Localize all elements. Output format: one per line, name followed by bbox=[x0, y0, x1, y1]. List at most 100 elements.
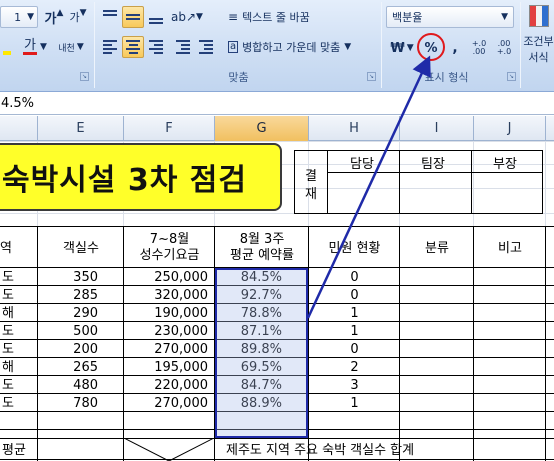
increase-decimal-icon: +.0 .00 bbox=[471, 39, 487, 56]
row-rooms-cell[interactable]: 200 bbox=[38, 341, 98, 358]
increase-indent-icon bbox=[199, 40, 213, 54]
selected-range-g[interactable] bbox=[215, 268, 308, 438]
column-header-j[interactable]: J bbox=[474, 116, 546, 141]
comma-icon: , bbox=[452, 40, 458, 56]
column-header-h[interactable]: H bbox=[309, 116, 400, 141]
column-headers: E F G H I J bbox=[0, 116, 554, 141]
row-price-cell[interactable]: 190,000 bbox=[124, 305, 208, 322]
conditional-format-icon bbox=[528, 5, 549, 27]
align-top-button[interactable] bbox=[99, 6, 121, 28]
row-complaints-cell[interactable]: 3 bbox=[309, 377, 400, 394]
row-complaints-cell[interactable]: 1 bbox=[309, 305, 400, 322]
currency-button[interactable]: ₩ ▼ bbox=[387, 37, 417, 59]
column-header-k[interactable] bbox=[546, 116, 554, 141]
row-price-cell[interactable]: 320,000 bbox=[124, 287, 208, 304]
orientation-button[interactable]: ab↗ ▼ bbox=[170, 6, 204, 28]
align-right-icon bbox=[149, 40, 163, 54]
row-region-cell[interactable]: 도 bbox=[0, 341, 16, 358]
row-rooms-cell[interactable]: 780 bbox=[38, 395, 98, 412]
row-region-cell[interactable]: 도 bbox=[0, 377, 16, 394]
number-format-value: 백분율 bbox=[392, 11, 423, 24]
column-header-f[interactable]: F bbox=[124, 116, 215, 141]
column-header-e[interactable]: E bbox=[38, 116, 124, 141]
align-middle-icon bbox=[126, 14, 140, 20]
conditional-format-label-1: 조건부 bbox=[523, 35, 554, 48]
increase-decimal-button[interactable]: +.0 .00 bbox=[468, 37, 490, 59]
align-center-icon bbox=[126, 40, 140, 54]
row-price-cell[interactable]: 270,000 bbox=[124, 395, 208, 412]
number-dialog-launcher-icon[interactable]: ↘ bbox=[507, 72, 516, 81]
column-header-g[interactable]: G bbox=[215, 116, 309, 141]
row-region-cell[interactable]: 도 bbox=[0, 269, 16, 286]
header-rooms: 객실수 bbox=[63, 241, 99, 256]
footer-total-label: 제주도 지역 주요 숙박 객실수 합계 bbox=[226, 443, 415, 458]
font-dialog-launcher-icon[interactable]: ↘ bbox=[80, 72, 89, 81]
title-box[interactable]: 숙박시설 3차 점검 bbox=[0, 143, 282, 211]
header-peak-price-2: 성수기요금 bbox=[139, 248, 200, 263]
merge-center-button[interactable]: a 병합하고 가운데 맞춤 ▼ bbox=[225, 36, 375, 58]
row-complaints-cell[interactable]: 0 bbox=[309, 341, 400, 358]
row-region-cell[interactable]: 해 bbox=[0, 359, 16, 376]
align-right-button[interactable] bbox=[145, 36, 167, 58]
footer-diagonal bbox=[124, 438, 214, 461]
row-complaints-cell[interactable]: 2 bbox=[309, 359, 400, 376]
comma-style-button[interactable]: , bbox=[446, 37, 464, 59]
fill-color-button[interactable] bbox=[0, 36, 14, 58]
header-occupancy-1: 8월 3주 bbox=[239, 232, 285, 247]
conditional-format-label-2: 서식 bbox=[528, 51, 549, 64]
increase-font-button[interactable]: 가 ▲ bbox=[42, 6, 66, 28]
decrease-indent-button[interactable] bbox=[172, 36, 194, 58]
row-complaints-cell[interactable]: 1 bbox=[309, 395, 400, 412]
font-color-button[interactable]: 가 ▼ bbox=[18, 36, 52, 58]
row-rooms-cell[interactable]: 350 bbox=[38, 269, 98, 286]
approval-side-label-1: 결 bbox=[305, 169, 317, 184]
row-region-cell[interactable]: 도 bbox=[0, 323, 16, 340]
number-group-label: 표시 형식 bbox=[424, 71, 469, 84]
row-rooms-cell[interactable]: 285 bbox=[38, 287, 98, 304]
number-format-select[interactable]: 백분율 ▼ bbox=[386, 6, 514, 28]
row-price-cell[interactable]: 220,000 bbox=[124, 377, 208, 394]
column-header-d[interactable] bbox=[0, 116, 38, 141]
header-notes: 비고 bbox=[498, 241, 522, 256]
fill-color-icon bbox=[3, 51, 11, 55]
increase-font-icon: 가 bbox=[44, 11, 57, 27]
approval-box: 결 재 담당 팀장 부장 bbox=[294, 150, 543, 214]
align-bottom-button[interactable] bbox=[145, 6, 167, 28]
align-left-button[interactable] bbox=[99, 36, 121, 58]
approval-header-manager: 팀장 bbox=[421, 157, 445, 172]
chevron-down-icon: ▼ bbox=[501, 12, 508, 22]
decrease-font-button[interactable]: 가 ▼ bbox=[66, 6, 90, 28]
row-rooms-cell[interactable]: 290 bbox=[38, 305, 98, 322]
phonetic-button[interactable]: 내천 ▼ bbox=[54, 36, 88, 58]
row-price-cell[interactable]: 195,000 bbox=[124, 359, 208, 376]
row-rooms-cell[interactable]: 480 bbox=[38, 377, 98, 394]
merge-center-icon: a bbox=[228, 41, 239, 53]
decrease-decimal-button[interactable]: .00 +.0 bbox=[493, 37, 515, 59]
row-region-cell[interactable]: 도 bbox=[0, 395, 16, 412]
currency-icon: ₩ bbox=[390, 40, 405, 56]
row-rooms-cell[interactable]: 265 bbox=[38, 359, 98, 376]
row-complaints-cell[interactable]: 0 bbox=[309, 269, 400, 286]
row-price-cell[interactable]: 250,000 bbox=[124, 269, 208, 286]
header-col-d: 역 bbox=[0, 241, 12, 256]
row-price-cell[interactable]: 230,000 bbox=[124, 323, 208, 340]
align-center-button[interactable] bbox=[122, 36, 144, 58]
alignment-dialog-launcher-icon[interactable]: ↘ bbox=[367, 72, 376, 81]
column-header-i[interactable]: I bbox=[400, 116, 474, 141]
align-middle-button[interactable] bbox=[122, 6, 144, 28]
row-region-cell[interactable]: 해 bbox=[0, 305, 16, 322]
approval-header-director: 부장 bbox=[493, 157, 517, 172]
conditional-format-button[interactable]: 조건부 서식 bbox=[523, 2, 554, 66]
row-complaints-cell[interactable]: 1 bbox=[309, 323, 400, 340]
row-rooms-cell[interactable]: 500 bbox=[38, 323, 98, 340]
formula-bar[interactable]: 4.5% bbox=[0, 93, 554, 115]
wrap-text-button[interactable]: ≡ 텍스트 줄 바꿈 bbox=[225, 6, 370, 28]
font-size-box[interactable]: 1 ▼ bbox=[0, 6, 38, 28]
chevron-down-icon: ▼ bbox=[196, 12, 203, 22]
row-complaints-cell[interactable]: 0 bbox=[309, 287, 400, 304]
row-region-cell[interactable]: 도 bbox=[0, 287, 16, 304]
align-left-icon bbox=[103, 40, 117, 54]
ribbon: 1 ▼ 가 ▲ 가 ▼ 가 ▼ 내천 ▼ ↘ ab↗ ▼ ≡ 텍스트 줄 바꿈 … bbox=[0, 0, 554, 92]
increase-indent-button[interactable] bbox=[195, 36, 217, 58]
row-price-cell[interactable]: 270,000 bbox=[124, 341, 208, 358]
